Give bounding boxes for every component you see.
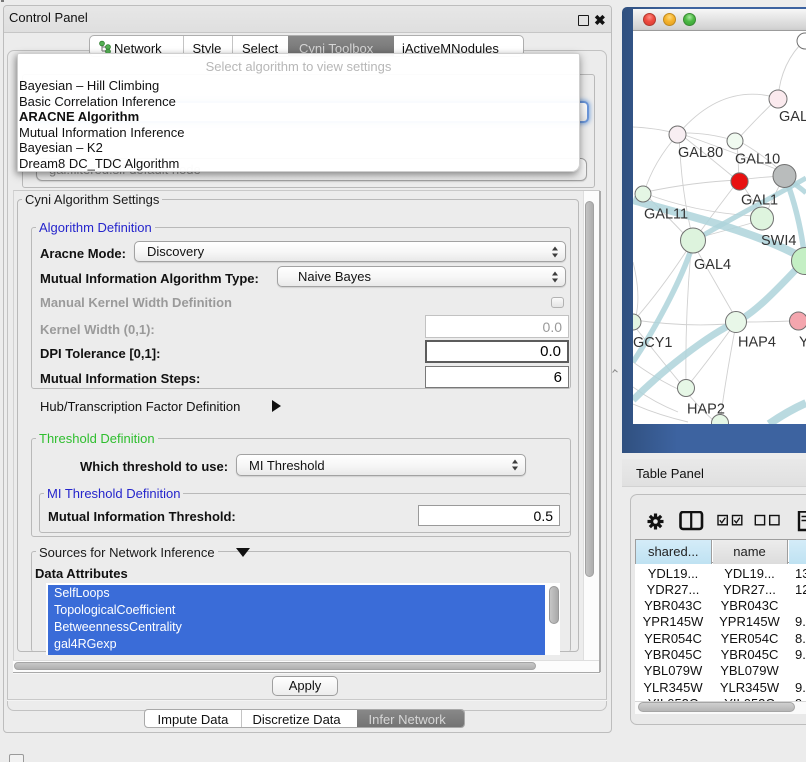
svg-text:GAL1: GAL1 (741, 193, 778, 209)
svg-text:Y: Y (799, 335, 806, 351)
svg-text:GAL80: GAL80 (678, 145, 723, 161)
svg-text:GCY1: GCY1 (633, 335, 673, 351)
svg-text:HAP4: HAP4 (738, 335, 776, 351)
svg-text:GAL7: GAL7 (779, 109, 806, 125)
svg-text:GAL11: GAL11 (644, 207, 688, 223)
svg-text:SWI4: SWI4 (761, 233, 796, 249)
svg-text:HAP2: HAP2 (687, 402, 725, 418)
svg-text:GAL10: GAL10 (735, 152, 780, 168)
svg-text:GAL4: GAL4 (694, 257, 731, 273)
